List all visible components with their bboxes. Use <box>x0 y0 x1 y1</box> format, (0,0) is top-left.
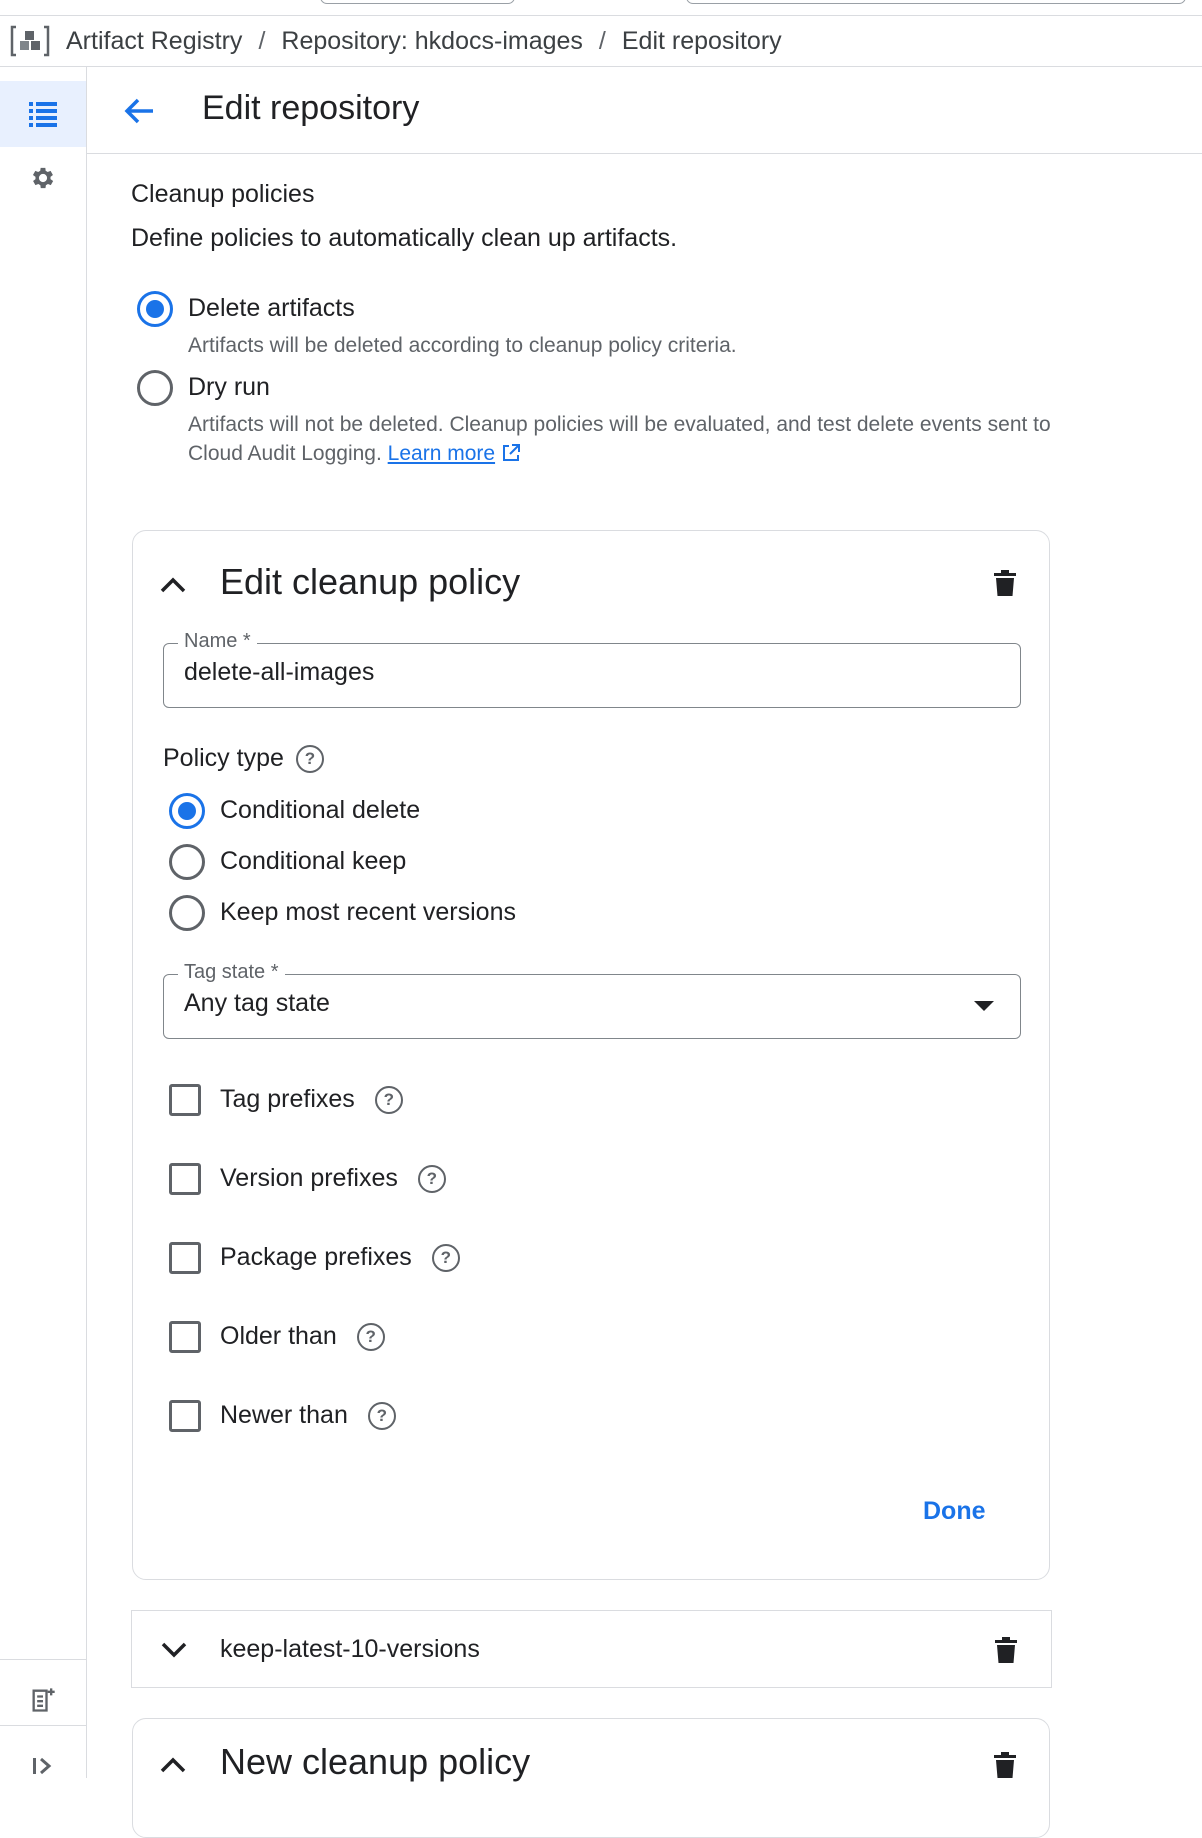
release-notes-icon <box>32 1688 55 1712</box>
checkbox-label: Package prefixes <box>220 1243 412 1271</box>
left-nav-rail <box>0 67 87 1778</box>
card-title: New cleanup policy <box>220 1741 531 1782</box>
gear-icon <box>32 167 54 189</box>
name-input[interactable] <box>184 658 984 687</box>
tag-state-label: Tag state * <box>178 961 285 984</box>
collapsed-policy-row[interactable]: keep-latest-10-versions <box>131 1610 1052 1688</box>
dropdown-arrow-icon[interactable] <box>974 1001 994 1011</box>
chevron-up-icon <box>160 1757 186 1773</box>
arrow-back-icon <box>124 98 153 124</box>
tag-state-select[interactable]: Tag state * Any tag state <box>163 961 1021 1039</box>
artifact-registry-logo-icon <box>8 23 52 59</box>
checkbox[interactable] <box>169 1084 201 1116</box>
top-tab-fragment <box>320 0 515 4</box>
top-strip <box>0 0 1202 16</box>
tag-state-value: Any tag state <box>184 989 330 1017</box>
trash-icon <box>994 1752 1016 1778</box>
rail-item-release-notes[interactable] <box>0 1667 86 1733</box>
policy-type-text: Policy type <box>163 744 284 772</box>
radio-button[interactable] <box>169 895 205 931</box>
collapsed-policy-name: keep-latest-10-versions <box>220 1635 480 1663</box>
checkbox-label: Older than <box>220 1322 337 1350</box>
checkbox[interactable] <box>169 1321 201 1353</box>
new-cleanup-policy-card: New cleanup policy <box>132 1718 1050 1838</box>
cleanup-policies-title: Cleanup policies <box>131 180 315 208</box>
policy-type-label: Policy type ? <box>163 744 324 773</box>
breadcrumb-edit-repository: Edit repository <box>621 26 782 55</box>
chevron-up-icon <box>160 577 186 593</box>
rail-divider <box>0 1725 86 1726</box>
cleanup-policies-description: Define policies to automatically clean u… <box>131 224 678 252</box>
checkbox-label: Newer than <box>220 1401 348 1429</box>
dry-run-help-text: Artifacts will not be deleted. Cleanup p… <box>188 413 1051 465</box>
delete-policy-button[interactable] <box>985 1745 1025 1785</box>
breadcrumb: Artifact Registry / Repository: hkdocs-i… <box>0 16 1202 67</box>
learn-more-link[interactable]: Learn more <box>388 442 495 465</box>
radio-button-checked[interactable] <box>137 291 173 327</box>
trash-icon <box>994 570 1016 596</box>
edit-cleanup-policy-card: Edit cleanup policy Name * Policy type ?… <box>132 530 1050 1580</box>
help-icon[interactable]: ? <box>417 1164 446 1193</box>
collapse-policy-button[interactable] <box>153 565 193 605</box>
checkbox[interactable] <box>169 1400 201 1432</box>
radio-button[interactable] <box>137 370 173 406</box>
expand-rail-icon <box>33 1757 52 1775</box>
help-icon[interactable]: ? <box>431 1243 460 1272</box>
checkbox-label: Tag prefixes <box>220 1085 355 1113</box>
card-title: Edit cleanup policy <box>220 561 521 602</box>
radio-label: Dry run <box>188 373 270 401</box>
chevron-down-icon <box>161 1642 187 1658</box>
external-link-icon[interactable] <box>501 443 521 463</box>
help-icon[interactable]: ? <box>295 744 324 773</box>
breadcrumb-repository[interactable]: Repository: hkdocs-images <box>281 27 583 56</box>
checkbox[interactable] <box>169 1242 201 1274</box>
breadcrumb-artifact-registry[interactable]: Artifact Registry <box>66 27 242 56</box>
radio-button[interactable] <box>169 844 205 880</box>
help-icon[interactable]: ? <box>374 1085 403 1114</box>
radio-help-text: Artifacts will be deleted according to c… <box>188 334 737 357</box>
top-search-fragment <box>686 0 1186 4</box>
list-icon <box>29 102 57 127</box>
page-title: Edit repository <box>202 89 420 127</box>
checkbox-label: Version prefixes <box>220 1164 398 1192</box>
back-button[interactable] <box>119 91 159 131</box>
radio-label: Conditional delete <box>220 796 421 824</box>
expand-policy-button[interactable] <box>154 1630 194 1670</box>
radio-label: Delete artifacts <box>188 294 355 322</box>
rail-item-list[interactable] <box>0 81 86 147</box>
breadcrumb-separator: / <box>598 26 606 55</box>
radio-label: Keep most recent versions <box>220 898 516 926</box>
radio-button-checked[interactable] <box>169 793 205 829</box>
name-field[interactable]: Name * <box>163 630 1021 708</box>
delete-policy-button[interactable] <box>986 1630 1026 1670</box>
done-button[interactable]: Done <box>923 1497 986 1526</box>
radio-help-text: Artifacts will not be deleted. Cleanup p… <box>188 410 1088 468</box>
rail-divider <box>0 1659 86 1660</box>
breadcrumb-separator: / <box>258 26 266 55</box>
checkbox[interactable] <box>169 1163 201 1195</box>
rail-item-settings[interactable] <box>0 145 86 211</box>
delete-policy-button[interactable] <box>985 563 1025 603</box>
help-icon[interactable]: ? <box>356 1322 385 1351</box>
help-icon[interactable]: ? <box>367 1401 396 1430</box>
page-header: Edit repository <box>87 67 1202 154</box>
trash-icon <box>995 1637 1017 1663</box>
radio-label: Conditional keep <box>220 847 407 875</box>
name-field-label: Name * <box>178 630 257 653</box>
collapse-policy-button[interactable] <box>153 1745 193 1785</box>
rail-expand-button[interactable] <box>0 1733 86 1799</box>
